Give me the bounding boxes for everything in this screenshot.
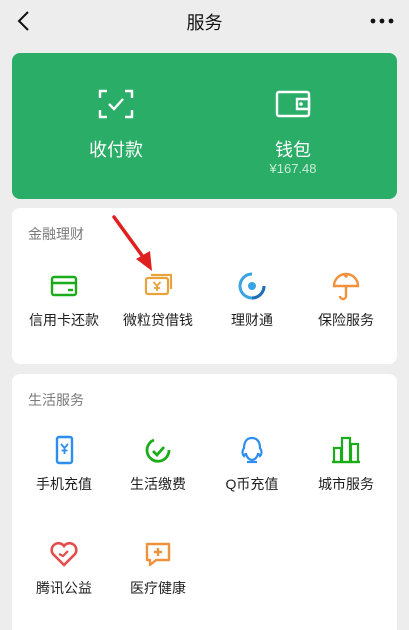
phone-topup-icon — [55, 435, 74, 465]
city-service-label: 城市服务 — [318, 476, 374, 492]
phone-topup-label: 手机充值 — [36, 476, 92, 492]
tencent-charity-button[interactable]: 腾讯公益 — [16, 538, 112, 610]
credit-card-repay-button[interactable]: 信用卡还款 — [16, 270, 112, 342]
qcoin-topup-button[interactable]: Q币充值 — [204, 434, 300, 506]
weili-loan-button[interactable]: 微粒贷借钱 — [110, 270, 206, 342]
insurance-service-label: 保险服务 — [318, 312, 374, 328]
charity-heart-icon — [50, 541, 78, 567]
wallet-label: 钱包 — [275, 140, 311, 160]
wallet-button[interactable]: 钱包 ¥167.48 — [197, 53, 389, 199]
bill-payment-button[interactable]: 生活缴费 — [110, 434, 206, 506]
insurance-service-button[interactable]: 保险服务 — [298, 270, 394, 342]
wallet-icon — [275, 90, 311, 118]
wallet-balance: ¥167.48 — [269, 161, 317, 176]
licaitong-label: 理财通 — [231, 312, 273, 328]
city-service-icon — [332, 436, 360, 464]
qq-coin-icon — [241, 436, 263, 464]
collect-pay-label: 收付款 — [89, 140, 143, 160]
medical-health-button[interactable]: 医疗健康 — [110, 538, 206, 610]
credit-card-icon — [50, 275, 78, 297]
city-service-button[interactable]: 城市服务 — [298, 434, 394, 506]
insurance-umbrella-icon — [332, 272, 360, 301]
collect-pay-button[interactable]: 收付款 — [20, 53, 212, 199]
scan-check-icon — [98, 89, 134, 119]
finance-section-title: 金融理财 — [28, 226, 84, 242]
tencent-charity-label: 腾讯公益 — [36, 580, 92, 596]
wealth-icon — [238, 272, 266, 300]
top-nav-bar: 服务 — [0, 0, 409, 42]
more-button[interactable] — [367, 8, 397, 34]
qcoin-topup-label: Q币充值 — [225, 476, 279, 492]
loan-money-icon — [144, 273, 173, 296]
bill-payment-icon — [145, 438, 171, 463]
credit-card-repay-label: 信用卡还款 — [29, 312, 99, 328]
bill-payment-label: 生活缴费 — [130, 476, 186, 492]
page-title: 服务 — [186, 13, 223, 33]
phone-topup-button[interactable]: 手机充值 — [16, 434, 112, 506]
more-dots-icon — [370, 18, 394, 24]
licaitong-button[interactable]: 理财通 — [204, 270, 300, 342]
medical-health-label: 医疗健康 — [130, 580, 186, 596]
finance-section: 金融理财 信用卡还款 微粒贷借钱 理财通 保险服务 — [12, 208, 397, 364]
medical-health-icon — [145, 542, 171, 567]
weili-loan-label: 微粒贷借钱 — [123, 312, 193, 328]
life-section-title: 生活服务 — [28, 392, 84, 408]
wallet-card: 收付款 钱包 ¥167.48 — [12, 53, 397, 199]
life-services-section: 生活服务 手机充值 生活缴费 Q币充值 城市服务 腾讯公益 医疗健康 — [12, 374, 397, 630]
